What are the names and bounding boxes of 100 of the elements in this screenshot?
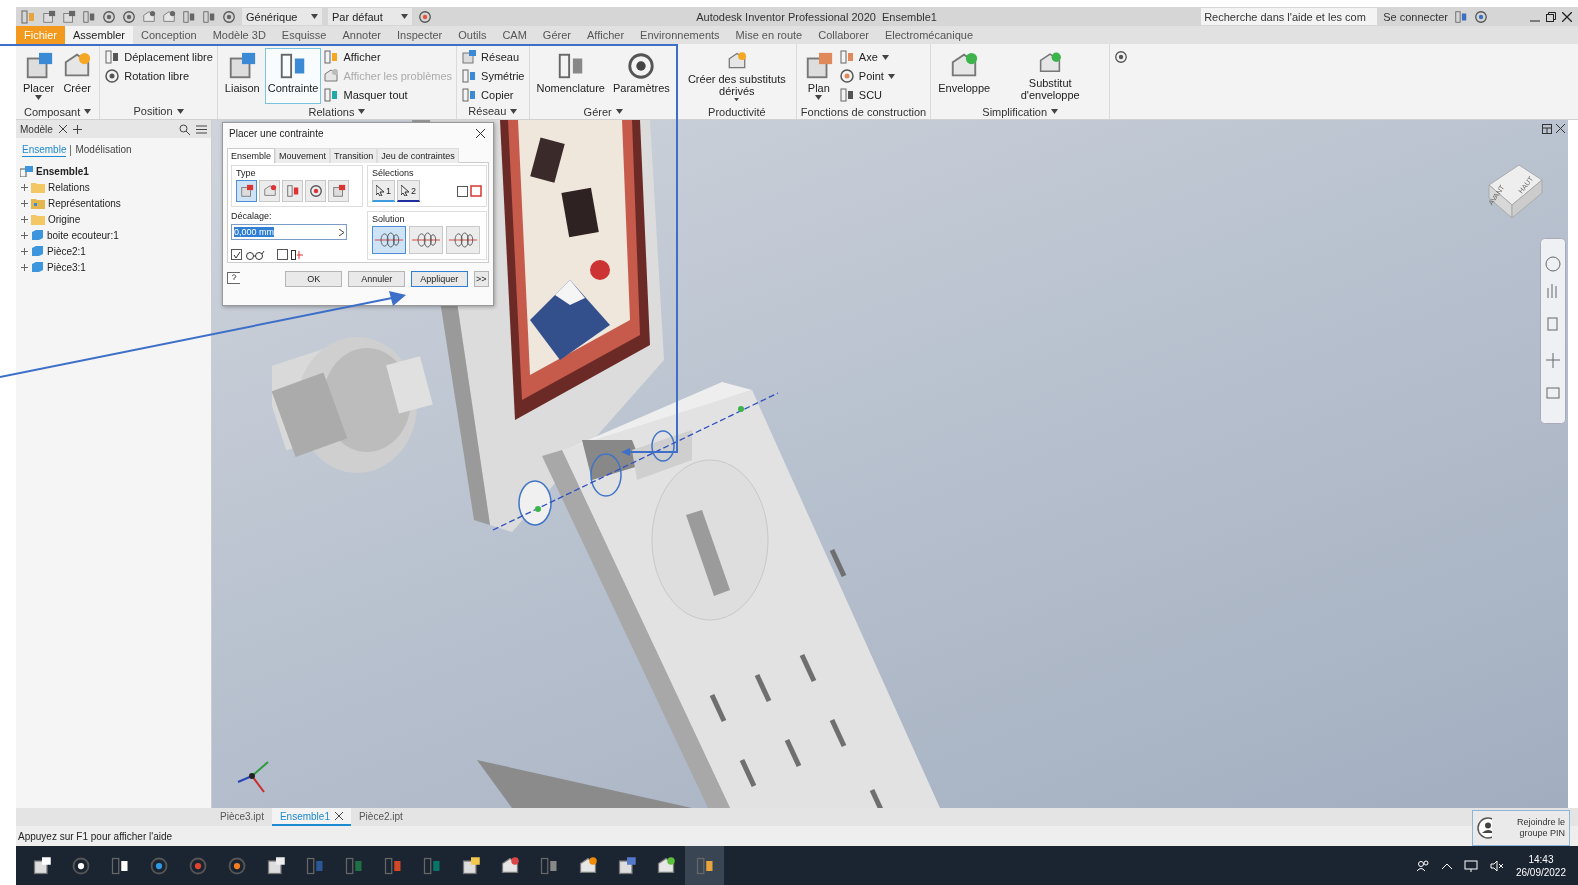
ribbon-tab[interactable]: Modèle 3D [204,26,274,44]
ribbon-button[interactable]: Liaison [221,48,263,104]
close-icon[interactable] [1556,124,1565,133]
constraint-type-button[interactable] [305,180,326,202]
constraint-type-button[interactable] [236,180,257,202]
app-icon[interactable] [616,855,637,876]
ribbon-tab[interactable]: Gérer [534,26,579,44]
checkbox[interactable] [277,249,288,260]
panel-tab[interactable]: Modèle [20,123,53,135]
ribbon-button[interactable]: Plan [800,48,837,104]
document-tab[interactable]: Ensemble1 [271,808,351,826]
tile-icon[interactable] [1542,124,1552,134]
ribbon-button[interactable]: Substitut d'enveloppe [995,48,1106,104]
group-label[interactable]: Position [104,103,213,119]
tree-item[interactable]: boite ecouteur:1 [47,229,119,241]
selection-button[interactable]: 1 [372,180,395,202]
group-label[interactable]: Relations [221,104,453,119]
view-tab[interactable]: Modélisation [75,144,132,157]
sign-in-link[interactable]: Se connecter [1383,10,1448,23]
constraint-type-button[interactable] [328,180,349,202]
group-label[interactable]: Fonctions de construction [800,104,927,119]
dialog-tab[interactable]: Ensemble [227,148,276,163]
dialog-button[interactable]: >> [473,271,489,287]
ribbon-tab[interactable]: Environnements [632,26,728,44]
ribbon-button[interactable]: Créer des substituts dérivés [681,48,792,104]
expand-icon[interactable] [21,183,28,191]
group-label[interactable]: Productivité [681,104,792,119]
ribbon-command[interactable]: Rotation libre [104,68,213,84]
add-icon[interactable] [72,124,82,134]
view-tab[interactable]: Ensemble [22,144,67,157]
ribbon-tab[interactable]: Annoter [334,26,389,44]
ribbon-command[interactable]: Afficher [323,49,453,65]
mute-icon[interactable] [1489,859,1504,872]
group-label[interactable]: Réseau [461,103,525,119]
ribbon-button[interactable]: Paramètres [610,48,673,104]
tree-item[interactable]: Ensemble1 [36,165,89,177]
ribbon-tab[interactable]: Collaborer [810,26,877,44]
group-label[interactable]: Simplification [935,104,1106,119]
ribbon-command[interactable]: Masquer tout [323,87,453,103]
expand-icon[interactable] [21,231,28,239]
ribbon-command[interactable]: Point [838,68,895,84]
tree-item[interactable]: Représentations [48,197,121,209]
close-icon[interactable] [1562,11,1572,22]
ribbon-tab[interactable]: Afficher [578,26,633,44]
ribbon-tab[interactable]: Inspecter [389,26,451,44]
preset-dropdown[interactable]: Générique [242,8,322,25]
preset-dropdown[interactable]: Par défaut [328,8,412,25]
ribbon-button[interactable]: Placer [20,48,58,104]
expand-icon[interactable] [21,263,28,271]
constraint-type-button[interactable] [259,180,280,202]
network-icon[interactable] [1463,859,1478,872]
group-label[interactable]: Composant [20,104,96,119]
dialog-tab[interactable]: Transition [330,148,378,163]
expand-icon[interactable] [21,199,28,207]
selection-button[interactable]: 2 [397,180,421,202]
ribbon-command[interactable]: Déplacement libre [104,49,213,65]
close-icon[interactable] [334,812,343,820]
ribbon-tab[interactable]: Esquisse [273,26,335,44]
close-icon[interactable] [58,125,67,133]
clock[interactable]: 14:43 26/09/2022 [1515,852,1566,879]
group-label[interactable]: Gérer [533,104,673,119]
offset-field[interactable]: 0,000 mm [231,224,347,240]
restore-icon[interactable] [1546,11,1556,22]
expand-icon[interactable] [21,215,28,223]
checkbox[interactable] [231,249,242,260]
tree-item[interactable]: Pièce2:1 [47,245,86,257]
dialog-button[interactable]: Appliquer [411,271,468,287]
join-pin-group-button[interactable]: Rejoindre le groupe PIN [1472,810,1570,846]
ribbon-tab[interactable]: Conception [133,26,205,44]
app-icon[interactable] [655,855,676,876]
ribbon-command[interactable]: Axe [838,49,895,65]
solution-button[interactable] [372,226,406,254]
tree-item[interactable]: Origine [48,213,81,225]
ribbon-command[interactable]: Symétrie [461,68,525,84]
ribbon-tab[interactable]: Electromécanique [876,26,982,44]
ribbon-command[interactable]: SCU [838,87,895,103]
menu-icon[interactable] [196,124,207,134]
ribbon-button[interactable]: Créer [59,48,96,104]
constraint-type-button[interactable] [282,180,303,202]
help-search-field[interactable]: Recherche dans l'aide et les com [1201,8,1378,25]
ribbon-button[interactable]: Nomenclature [533,48,608,104]
ribbon-button[interactable]: Contrainte [264,48,322,104]
dialog-button[interactable]: OK [284,271,343,287]
document-tab[interactable]: Pièce2.ipt [350,808,411,826]
tree-item[interactable]: Pièce3:1 [47,261,86,273]
document-tab[interactable]: Pièce3.ipt [212,808,272,826]
solution-button[interactable] [409,226,443,254]
dialog-button[interactable]: Annuler [348,271,406,287]
ribbon-tab[interactable]: Outils [450,26,495,44]
people-icon[interactable] [1415,859,1430,872]
tree-item[interactable]: Relations [48,181,90,193]
dialog-tab[interactable]: Jeu de contraintes [377,148,459,163]
ribbon-command[interactable]: Réseau [461,49,525,65]
ribbon-tab[interactable]: Assembler [65,26,133,44]
solution-button[interactable] [446,226,480,254]
ribbon-button[interactable]: Enveloppe [935,48,994,104]
ribbon-command[interactable]: Copier [461,87,525,103]
ribbon-tab[interactable]: Mise en route [727,26,811,44]
chevron-up-icon[interactable] [1441,862,1452,869]
ribbon-tab[interactable]: CAM [494,26,535,44]
